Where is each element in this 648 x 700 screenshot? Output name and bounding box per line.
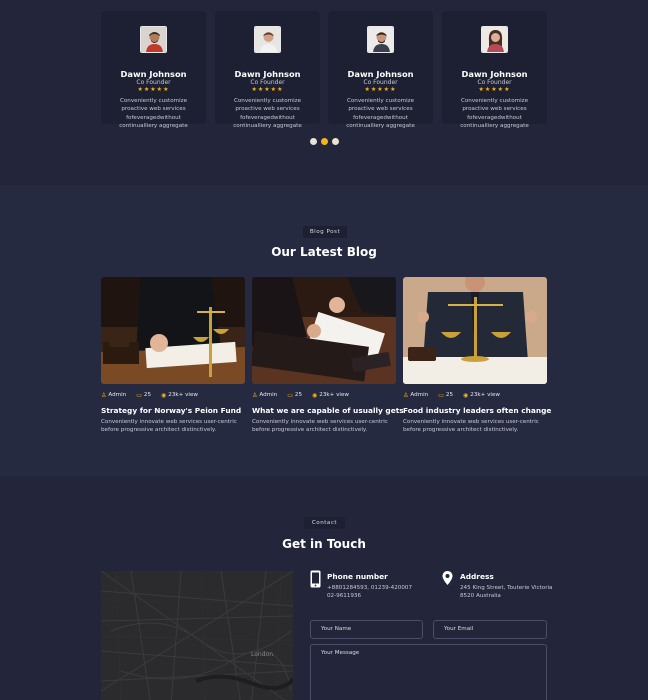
location-pin-icon	[442, 570, 453, 589]
phone-icon	[310, 570, 321, 592]
blog-title[interactable]: Food industry leaders often change	[403, 406, 553, 415]
blog-image[interactable]	[403, 277, 547, 384]
testimonial-role: Co Founder	[477, 79, 512, 86]
avatar	[254, 26, 281, 53]
rating-stars: ★★★★★	[251, 86, 284, 93]
blog-meta: ♙ Admin ▭ 25 ◉ 23k+ view	[403, 391, 506, 399]
testimonial-text: Conveniently customize proactive web ser…	[233, 98, 302, 130]
testimonial-card: Dawn Johnson Co Founder ★★★★★ Convenient…	[442, 11, 547, 129]
carousel-dot[interactable]	[310, 138, 317, 145]
map-label: London	[251, 651, 273, 658]
map[interactable]: London	[101, 571, 293, 700]
email-field[interactable]: Your Email	[433, 620, 547, 639]
section-tag: Contact	[304, 517, 345, 529]
message-field[interactable]: Your Message	[310, 644, 547, 700]
rating-stars: ★★★★★	[478, 86, 511, 93]
blog-author[interactable]: Admin	[410, 392, 428, 398]
comment-icon: ▭	[287, 391, 293, 399]
address-line2: 8520 Australia	[460, 593, 501, 599]
section-tag: Blog Post	[303, 226, 347, 238]
rating-stars: ★★★★★	[137, 86, 170, 93]
avatar	[481, 26, 508, 53]
testimonial-card: Dawn Johnson Co Founder ★★★★★ Convenient…	[328, 11, 433, 129]
blog-views: 23k+ view	[168, 392, 198, 398]
blog-description: Conveniently innovate web services user-…	[101, 419, 237, 434]
blog-card[interactable]: ♙ Admin ▭ 25 ◉ 23k+ view What we are capabl…	[252, 277, 404, 437]
blog-views: 23k+ view	[319, 392, 349, 398]
testimonials-section: Dawn Johnson Co Founder ★★★★★ Convenient…	[0, 0, 648, 185]
testimonial-name: Dawn Johnson	[234, 69, 301, 79]
testimonial-name: Dawn Johnson	[120, 69, 187, 79]
eye-icon: ◉	[463, 391, 469, 399]
blog-title[interactable]: Strategy for Norway's Peion Fund	[101, 406, 251, 415]
blog-description: Conveniently innovate web services user-…	[403, 419, 539, 434]
blog-comments: 25	[143, 392, 152, 398]
blog-image[interactable]	[101, 277, 245, 384]
blog-card[interactable]: ♙ Admin ▭ 25 ◉ 23k+ view Food industry lead…	[403, 277, 551, 437]
avatar	[367, 26, 394, 53]
testimonial-card: Dawn Johnson Co Founder ★★★★★ Convenient…	[101, 11, 206, 129]
testimonial-role: Co Founder	[363, 79, 398, 86]
blog-author[interactable]: Admin	[108, 392, 126, 398]
carousel-dot-active[interactable]	[321, 138, 328, 145]
user-icon: ♙	[101, 391, 107, 399]
testimonial-role: Co Founder	[250, 79, 285, 86]
email-placeholder: Your Email	[444, 626, 474, 632]
avatar	[140, 26, 167, 53]
comment-icon: ▭	[438, 391, 444, 399]
carousel-dot[interactable]	[332, 138, 339, 145]
blog-author[interactable]: Admin	[259, 392, 277, 398]
address-title: Address	[460, 572, 494, 581]
testimonial-role: Co Founder	[136, 79, 171, 86]
user-icon: ♙	[403, 391, 409, 399]
blog-section: Blog Post Our Latest Blog ♙ Admin ▭ 25 ◉…	[0, 185, 648, 476]
eye-icon: ◉	[312, 391, 318, 399]
user-icon: ♙	[252, 391, 258, 399]
name-field[interactable]: Your Name	[310, 620, 423, 639]
rating-stars: ★★★★★	[364, 86, 397, 93]
phone-title: Phone number	[327, 572, 388, 581]
blog-views: 23k+ view	[470, 392, 500, 398]
testimonial-text: Conveniently customize proactive web ser…	[119, 98, 188, 130]
blog-description: Conveniently innovate web services user-…	[252, 419, 388, 434]
eye-icon: ◉	[161, 391, 167, 399]
comment-icon: ▭	[136, 391, 142, 399]
testimonial-name: Dawn Johnson	[347, 69, 414, 79]
blog-card[interactable]: ♙ Admin ▭ 25 ◉ 23k+ view Strategy for Norwa…	[101, 277, 245, 437]
blog-image[interactable]	[252, 277, 396, 384]
message-placeholder: Your Message	[321, 650, 360, 656]
testimonial-name: Dawn Johnson	[461, 69, 528, 79]
testimonial-text: Conveniently customize proactive web ser…	[460, 98, 529, 130]
carousel-pagination	[310, 138, 339, 145]
name-placeholder: Your Name	[321, 626, 352, 632]
section-title: Our Latest Blog	[271, 245, 377, 259]
phone-line2[interactable]: 02-9611936	[327, 592, 361, 600]
blog-meta: ♙ Admin ▭ 25 ◉ 23k+ view	[101, 391, 204, 399]
contact-section: Contact Get in Touch London Phone number…	[0, 476, 648, 700]
testimonial-text: Conveniently customize proactive web ser…	[346, 98, 415, 130]
blog-meta: ♙ Admin ▭ 25 ◉ 23k+ view	[252, 391, 355, 399]
blog-comments: 25	[294, 392, 303, 398]
blog-comments: 25	[445, 392, 454, 398]
testimonial-card: Dawn Johnson Co Founder ★★★★★ Convenient…	[215, 11, 320, 129]
blog-title[interactable]: What we are capable of usually gets	[252, 406, 404, 415]
section-title: Get in Touch	[282, 537, 366, 551]
